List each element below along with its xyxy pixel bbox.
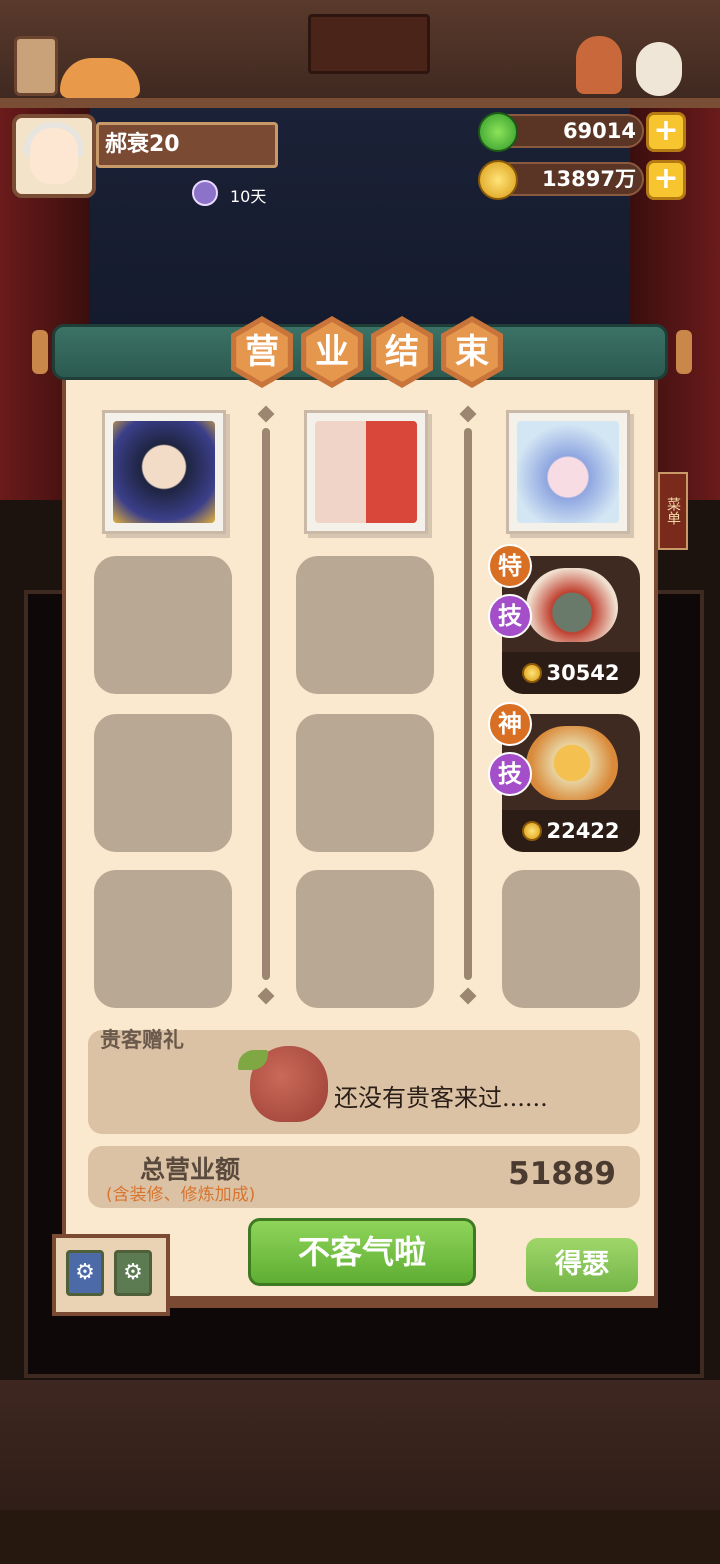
player-avatar[interactable] xyxy=(12,114,96,198)
column-divider xyxy=(262,428,270,980)
coin-icon xyxy=(478,160,518,200)
days-count: 10天 xyxy=(230,187,267,206)
show-off-button[interactable]: 得瑟 xyxy=(526,1238,638,1292)
dish-price-bar: 30542 xyxy=(502,652,640,694)
empty-dish-slot xyxy=(296,714,434,852)
top-bar-divider xyxy=(0,98,720,108)
empty-dish-slot xyxy=(502,870,640,1008)
skill-badge-bottom: 技 xyxy=(488,594,532,638)
add-coins-button[interactable]: + xyxy=(646,160,686,200)
top-banner-icon[interactable] xyxy=(308,14,430,74)
title-char: 营 xyxy=(236,322,288,382)
chef-portrait[interactable] xyxy=(506,410,630,534)
cat-character[interactable] xyxy=(636,42,682,96)
bottom-strip xyxy=(0,1510,720,1564)
title-char: 业 xyxy=(306,322,358,382)
npc-character[interactable] xyxy=(576,36,622,94)
add-jade-button[interactable]: + xyxy=(646,112,686,152)
title-char: 束 xyxy=(446,322,498,382)
chef-portrait[interactable] xyxy=(102,410,226,534)
empty-dish-slot xyxy=(94,870,232,1008)
scroll-end-left xyxy=(32,330,48,374)
title-char: 结 xyxy=(376,322,428,382)
vip-gift-message: 还没有贵客来过...... xyxy=(334,1084,548,1112)
total-revenue-note: (含装修、修炼加成) xyxy=(106,1185,256,1205)
jade-icon xyxy=(478,112,518,152)
vip-gift-title: 贵客赠礼 xyxy=(100,1028,184,1052)
player-name: 郝衰20 xyxy=(96,122,278,168)
column-divider xyxy=(464,428,472,980)
dish-price: 22422 xyxy=(546,819,620,843)
confirm-button[interactable]: 不客气啦 xyxy=(248,1218,476,1286)
skill-badge-bottom: 技 xyxy=(488,752,532,796)
chef-avatar xyxy=(113,421,215,523)
coin-icon xyxy=(522,821,543,841)
chef-avatar xyxy=(517,421,619,523)
empty-dish-slot xyxy=(94,714,232,852)
skill-badge-top: 特 xyxy=(488,544,532,588)
settings-icon[interactable]: ⚙ xyxy=(114,1250,152,1296)
empty-dish-slot xyxy=(94,556,232,694)
dish-price: 30542 xyxy=(546,661,620,685)
days-icon xyxy=(192,180,218,206)
avatar-face xyxy=(30,128,78,184)
skill-badge-top: 神 xyxy=(488,702,532,746)
dish-image xyxy=(526,568,618,642)
empty-dish-slot xyxy=(296,556,434,694)
dish-price-bar: 22422 xyxy=(502,810,640,852)
chef-avatar xyxy=(315,421,417,523)
scroll-end-right xyxy=(676,330,692,374)
chef-portrait[interactable] xyxy=(304,410,428,534)
wall-frame-decoration[interactable] xyxy=(14,36,58,96)
coin-icon xyxy=(522,663,543,683)
dish-image xyxy=(526,726,618,800)
settings-icon[interactable]: ⚙ xyxy=(66,1250,104,1296)
empty-dish-slot xyxy=(296,870,434,1008)
total-revenue-value: 51889 xyxy=(508,1156,616,1192)
side-menu-button[interactable]: 菜单 xyxy=(658,472,688,550)
